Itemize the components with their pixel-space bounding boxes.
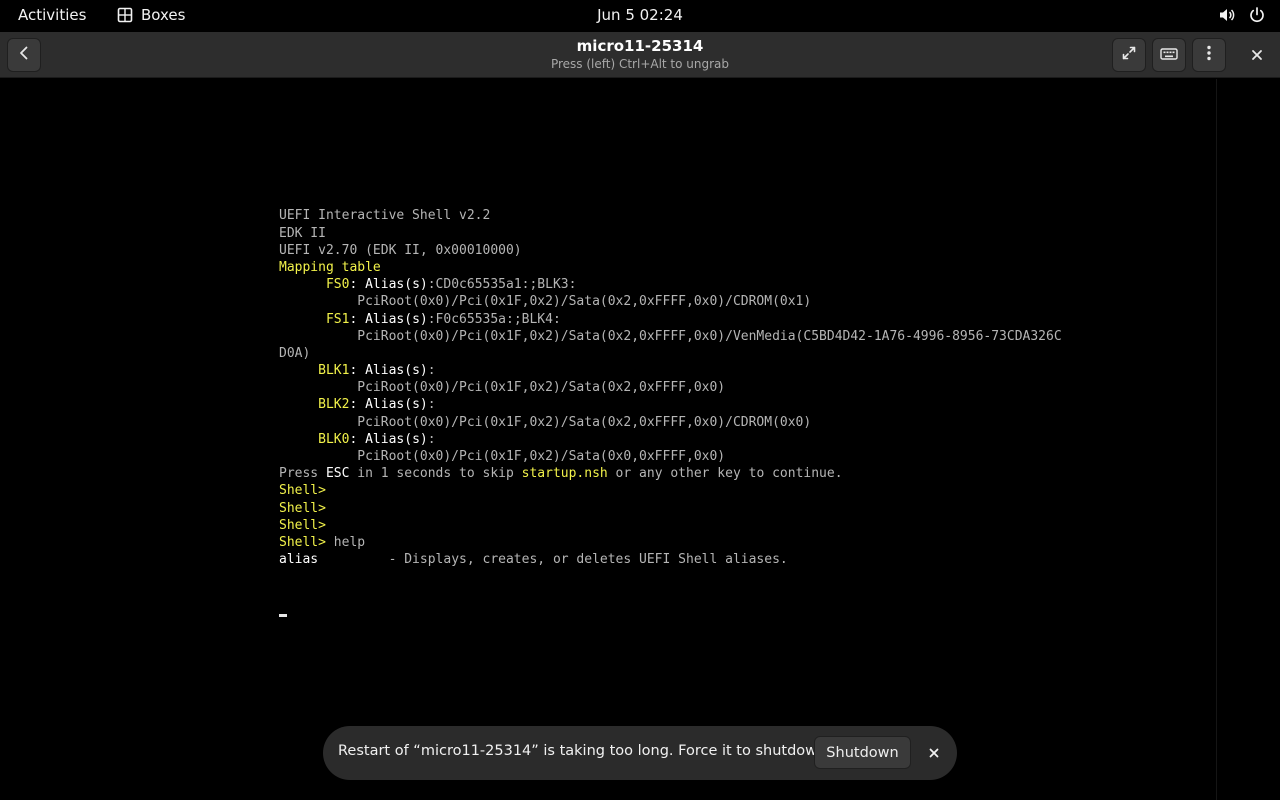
console-text: startup.nsh	[521, 466, 608, 482]
text-cursor	[279, 613, 287, 617]
console-line: Shell> help	[279, 534, 1062, 551]
console-text: PciRoot(0x0)/Pci(0x1F,0x2)/Sata(0x2,0xFF…	[279, 328, 1062, 344]
shutdown-button[interactable]: Shutdown	[814, 736, 911, 769]
console-line: Shell>	[279, 482, 1062, 499]
menu-button[interactable]	[1192, 38, 1226, 72]
console-line: PciRoot(0x0)/Pci(0x1F,0x2)/Sata(0x2,0xFF…	[279, 293, 1062, 310]
toast-close-button[interactable]	[921, 739, 947, 765]
console-text: :	[427, 431, 436, 447]
window-title: micro11-25314	[576, 37, 704, 55]
console-text: :	[427, 363, 436, 379]
console-text: ESC	[325, 466, 350, 482]
console-line: PciRoot(0x0)/Pci(0x1F,0x2)/Sata(0x0,0xFF…	[279, 448, 1062, 465]
boxes-icon	[117, 7, 133, 23]
toast-message: Restart of “micro11-25314” is taking too…	[338, 743, 834, 759]
keyboard-button[interactable]	[1152, 38, 1186, 72]
console-text: :F0c65535a:;BLK4:	[427, 311, 561, 327]
console-line: UEFI Interactive Shell v2.2	[279, 207, 1062, 224]
back-button[interactable]	[7, 38, 41, 72]
close-icon	[1251, 46, 1263, 65]
uefi-shell-console: UEFI Interactive Shell v2.2 EDK II UEFI v2…	[279, 173, 1062, 637]
console-text: UEFI Interactive Shell v2.2	[279, 208, 491, 224]
console-line: EDK II	[279, 225, 1062, 242]
console-line: PciRoot(0x0)/Pci(0x1F,0x2)/Sata(0x2,0xFF…	[279, 379, 1062, 396]
fullscreen-button[interactable]	[1112, 38, 1146, 72]
system-tray[interactable]	[1218, 6, 1266, 24]
console-text: FS1	[325, 311, 350, 327]
console-text: FS0	[325, 277, 350, 293]
console-text: : Alias(s)	[349, 277, 428, 293]
console-text: PciRoot(0x0)/Pci(0x1F,0x2)/Sata(0x2,0xFF…	[279, 414, 812, 430]
console-text: : Alias(s)	[349, 311, 428, 327]
console-line: BLK2: Alias(s):	[279, 396, 1062, 413]
keyboard-icon	[1160, 46, 1178, 65]
console-text: or any other key to continue.	[607, 466, 843, 482]
console-text: :CD0c65535a1:;BLK3:	[427, 277, 577, 293]
console-line: FS1: Alias(s):F0c65535a:;BLK4:	[279, 311, 1062, 328]
shutdown-toast: Restart of “micro11-25314” is taking too…	[323, 726, 957, 780]
console-line: BLK1: Alias(s):	[279, 362, 1062, 379]
console-text: UEFI v2.70 (EDK II, 0x00010000)	[279, 242, 522, 258]
power-icon[interactable]	[1248, 6, 1266, 24]
console-line: alias - Displays, creates, or deletes UE…	[279, 551, 1062, 568]
console-line: Shell>	[279, 517, 1062, 534]
console-line: PciRoot(0x0)/Pci(0x1F,0x2)/Sata(0x2,0xFF…	[279, 328, 1062, 345]
console-text: help	[325, 534, 366, 550]
console-text: PciRoot(0x0)/Pci(0x1F,0x2)/Sata(0x2,0xFF…	[279, 380, 726, 396]
app-menu[interactable]: Boxes	[117, 6, 185, 24]
menu-icon	[1207, 45, 1211, 65]
console-text: Shell>	[279, 500, 326, 516]
console-text: Shell>	[279, 517, 326, 533]
console-text: BLK0	[318, 431, 350, 447]
clock[interactable]: Jun 5 02:24	[597, 6, 683, 24]
console-text: Shell>	[279, 483, 326, 499]
console-line: Press ESC in 1 seconds to skip startup.n…	[279, 465, 1062, 482]
console-line: PciRoot(0x0)/Pci(0x1F,0x2)/Sata(0x2,0xFF…	[279, 414, 1062, 431]
app-name: Boxes	[141, 6, 186, 24]
console-text: : Alias(s)	[349, 397, 428, 413]
console-text: - Displays, creates, or deletes UEFI She…	[318, 552, 788, 568]
volume-icon[interactable]	[1218, 6, 1236, 24]
console-text: in 1 seconds to skip	[349, 466, 522, 482]
console-text: EDK II	[279, 225, 326, 241]
console-line: Shell>	[279, 500, 1062, 517]
console-text: PciRoot(0x0)/Pci(0x1F,0x2)/Sata(0x2,0xFF…	[279, 294, 812, 310]
close-window-button[interactable]	[1240, 38, 1274, 72]
display-edge	[1216, 79, 1217, 800]
activities-button[interactable]: Activities	[18, 6, 86, 24]
back-icon	[16, 45, 32, 65]
console-text: Press	[279, 466, 326, 482]
console-text: PciRoot(0x0)/Pci(0x1F,0x2)/Sata(0x0,0xFF…	[279, 449, 726, 465]
console-text: Mapping table	[279, 259, 381, 275]
header-bar: micro11-25314 Press (left) Ctrl+Alt to u…	[0, 32, 1280, 78]
console-text: alias	[279, 552, 319, 568]
fullscreen-icon	[1121, 45, 1137, 65]
console-text: :	[427, 397, 436, 413]
console-text: D0A)	[279, 345, 311, 361]
top-bar: Activities Boxes Jun 5 02:24	[0, 0, 1280, 32]
console-line: Mapping table	[279, 259, 1062, 276]
console-line: D0A)	[279, 345, 1062, 362]
console-text: BLK1	[318, 363, 350, 379]
close-icon	[929, 743, 939, 762]
console-text: Shell>	[279, 534, 326, 550]
console-text: BLK2	[318, 397, 350, 413]
console-line: FS0: Alias(s):CD0c65535a1:;BLK3:	[279, 276, 1062, 293]
console-line: UEFI v2.70 (EDK II, 0x00010000)	[279, 242, 1062, 259]
window-subtitle: Press (left) Ctrl+Alt to ungrab	[550, 57, 730, 71]
console-text: : Alias(s)	[349, 431, 428, 447]
console-line: BLK0: Alias(s):	[279, 431, 1062, 448]
console-text: : Alias(s)	[349, 363, 428, 379]
